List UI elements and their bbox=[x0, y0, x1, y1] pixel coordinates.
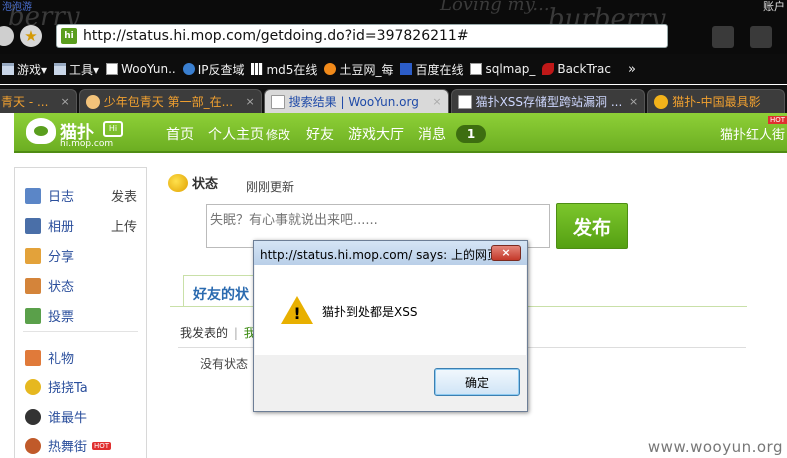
site-favicon-icon: hi bbox=[61, 28, 77, 44]
nav-friends[interactable]: 好友 bbox=[306, 124, 334, 144]
grid-icon bbox=[251, 63, 264, 75]
close-icon[interactable]: × bbox=[61, 95, 70, 108]
nav-home[interactable]: 首页 bbox=[166, 124, 194, 144]
hot-people-link[interactable]: 猫扑红人街 bbox=[720, 124, 785, 143]
tab-5[interactable]: 猫扑-中国最具影 bbox=[647, 89, 786, 113]
diary-post-link[interactable]: 发表 bbox=[111, 186, 137, 205]
cow-icon bbox=[25, 408, 41, 425]
tab-4[interactable]: 猫扑XSS存储型跨站漏洞 ... × bbox=[450, 89, 646, 113]
site-logo[interactable]: 猫扑 Hi hi.mop.com bbox=[26, 116, 136, 150]
nav-messages[interactable]: 消息 bbox=[418, 124, 446, 144]
bookmark-baidu[interactable]: 百度在线 bbox=[400, 61, 463, 78]
sidebar-item-dance[interactable]: 热舞街 HOT bbox=[25, 436, 137, 455]
sidebar-item-gift[interactable]: 礼物 bbox=[25, 348, 137, 367]
bookmark-ip[interactable]: IP反查域 bbox=[182, 61, 244, 78]
forward-button[interactable] bbox=[0, 26, 14, 46]
sidebar-item-vote[interactable]: 投票 bbox=[25, 306, 137, 325]
tab-2[interactable]: 少年包青天 第一部_在... × bbox=[78, 89, 262, 113]
page-icon bbox=[106, 63, 119, 75]
url-text[interactable]: http://status.hi.mop.com/getdoing.do?id=… bbox=[83, 28, 469, 44]
hot-badge: HOT bbox=[92, 441, 112, 450]
site-nav: 首页 个人主页 修改 好友 游戏大厅 消息 1 bbox=[166, 124, 487, 144]
message-count-badge[interactable]: 1 bbox=[456, 125, 487, 143]
tab-1[interactable]: 青天 - ... × bbox=[0, 89, 77, 113]
close-icon[interactable]: × bbox=[491, 245, 521, 261]
tab-favicon-icon bbox=[457, 94, 472, 109]
backtrack-icon bbox=[542, 63, 555, 75]
baidu-icon bbox=[400, 63, 413, 75]
sidebar-item-tickle[interactable]: 挠挠Ta bbox=[25, 377, 137, 396]
status-filter: 我发表的 | 我 bbox=[180, 324, 256, 341]
filter-separator: | bbox=[233, 326, 238, 340]
bookmark-tudou[interactable]: 土豆网_每 bbox=[324, 61, 393, 78]
sidebar-item-cow[interactable]: 谁最牛 bbox=[25, 407, 137, 426]
top-link[interactable]: 泡泡游 bbox=[2, 0, 32, 13]
status-heading: 状态 bbox=[168, 173, 218, 192]
exclamation-glyph: ! bbox=[293, 304, 301, 323]
filter-mine[interactable]: 我发表的 bbox=[180, 326, 228, 340]
alert-dialog: http://status.hi.mop.com/ says: 上的网页 × !… bbox=[253, 240, 528, 412]
tab-favicon-icon bbox=[270, 94, 285, 109]
empty-state-text: 没有状态 bbox=[200, 357, 249, 371]
sidebar-item-album[interactable]: 相册 上传 bbox=[25, 216, 137, 235]
bookmark-sqlmap[interactable]: sqlmap_ bbox=[470, 62, 535, 76]
tab-favicon-icon bbox=[85, 94, 100, 109]
bookmark-games[interactable]: 游戏▾ bbox=[2, 61, 47, 78]
tab-strip: 青天 - ... × 少年包青天 第一部_在... × 搜索结果 | WooYun.… bbox=[0, 85, 787, 113]
sidebar-divider bbox=[23, 331, 138, 332]
gift-icon bbox=[25, 349, 41, 366]
status-icon bbox=[25, 277, 41, 294]
sidebar-item-diary[interactable]: 日志 发表 bbox=[25, 186, 137, 205]
close-icon[interactable]: × bbox=[245, 95, 254, 108]
album-icon bbox=[25, 217, 41, 234]
diary-icon bbox=[25, 187, 41, 204]
address-bar[interactable]: hi http://status.hi.mop.com/getdoing.do?… bbox=[56, 24, 668, 48]
dialog-message: 猫扑到处都是XSS bbox=[322, 305, 418, 319]
nav-personal[interactable]: 个人主页 bbox=[208, 124, 264, 144]
share-icon bbox=[25, 247, 41, 264]
page-menu-button[interactable] bbox=[712, 26, 734, 48]
tab-3[interactable]: 搜索结果 | WooYun.org × bbox=[263, 89, 449, 113]
dialog-title: http://status.hi.mop.com/ says: 上的网页 bbox=[254, 241, 527, 265]
sidebar-item-share[interactable]: 分享 bbox=[25, 246, 137, 265]
nav-edit[interactable]: 修改 bbox=[266, 126, 290, 143]
folder-icon bbox=[2, 63, 14, 75]
sqlmap-icon bbox=[470, 63, 483, 75]
watermark: www.wooyun.org bbox=[647, 438, 783, 456]
tab-favicon-icon bbox=[654, 94, 669, 109]
tickle-icon bbox=[25, 378, 41, 395]
publish-button[interactable]: 发布 bbox=[556, 203, 628, 249]
sidebar-item-status[interactable]: 状态 bbox=[25, 276, 137, 295]
status-bubble-icon bbox=[168, 173, 188, 192]
tudou-icon bbox=[324, 63, 337, 75]
site-header: 猫扑 Hi hi.mop.com 首页 个人主页 修改 好友 游戏大厅 消息 1… bbox=[14, 113, 787, 153]
nav-games[interactable]: 游戏大厅 bbox=[348, 124, 404, 144]
bookmark-wooyun[interactable]: WooYun.. bbox=[106, 62, 176, 76]
dialog-body: ! 猫扑到处都是XSS bbox=[255, 265, 526, 355]
bookmark-backtrack[interactable]: BackTrac bbox=[542, 62, 611, 76]
album-upload-link[interactable]: 上传 bbox=[111, 216, 137, 235]
bookmarks-bar: 游戏▾ 工具▾ WooYun.. IP反查域 md5在线 土豆网_每 百度在线 … bbox=[0, 54, 787, 84]
folder-icon bbox=[54, 63, 67, 75]
bookmark-tools[interactable]: 工具▾ bbox=[54, 61, 99, 78]
hot-badge: HOT bbox=[767, 116, 787, 124]
bookmark-md5[interactable]: md5在线 bbox=[251, 61, 317, 78]
theme-decoration: Loving my... bbox=[440, 0, 550, 15]
browser-toolbar: berry Loving my... burberry 泡泡游 账户 ★ hi … bbox=[0, 0, 787, 54]
ok-button[interactable]: 确定 bbox=[434, 368, 520, 396]
refresh-text: 刚刚更新 bbox=[246, 180, 295, 194]
close-icon[interactable]: × bbox=[629, 95, 638, 108]
star-icon[interactable]: ★ bbox=[20, 25, 42, 47]
account-link[interactable]: 账户 bbox=[763, 0, 785, 14]
globe-icon bbox=[182, 63, 195, 75]
tools-menu-button[interactable] bbox=[750, 26, 772, 48]
vote-icon bbox=[25, 307, 41, 324]
bookmarks-overflow-button[interactable]: » bbox=[628, 62, 636, 77]
dance-icon bbox=[25, 437, 41, 454]
sidebar: 日志 发表 相册 上传 分享 状态 投票 礼物 挠挠Ta 谁最牛 热舞街 HOT bbox=[14, 167, 147, 458]
close-icon[interactable]: × bbox=[432, 95, 441, 108]
cat-logo-icon bbox=[26, 118, 56, 144]
